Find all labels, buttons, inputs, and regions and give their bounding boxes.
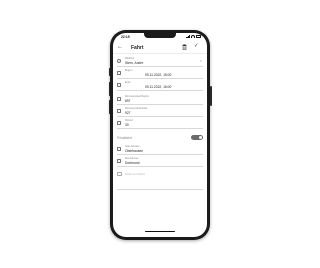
private-trip-toggle[interactable] <box>191 135 203 140</box>
odometer-icon <box>117 97 121 101</box>
field-label: Beginn <box>125 68 133 72</box>
field-value: Dortmund <box>125 160 140 165</box>
phone-side-button <box>108 68 110 76</box>
odometer-icon <box>117 109 121 113</box>
field-value: 897 <box>125 98 131 103</box>
field-label: Ende <box>125 80 131 84</box>
passenger-field[interactable]: Mitfahrer Stern, Andre × <box>117 56 203 67</box>
back-arrow-icon[interactable]: ← <box>117 44 123 50</box>
phone-side-button <box>108 82 110 96</box>
odometer-end-field[interactable]: Kilometerstand Ende 927 <box>117 106 203 117</box>
private-trip-label: Privatfahrt <box>117 135 133 140</box>
field-value: 09.11.2022, 16:00 <box>145 84 172 89</box>
calendar-icon <box>117 83 121 87</box>
status-bar: 22:15 <box>113 34 207 40</box>
signal-icon <box>185 35 190 38</box>
odometer-start-field[interactable]: Kilometerstand Beginn 897 <box>117 94 203 105</box>
destination-address-field[interactable]: Ziel-Adresse Dortmund <box>117 156 203 167</box>
app-screen: 22:15 ← Fahrt ✓ Mitfahrer Stern, Andre ×… <box>113 33 207 237</box>
note-placeholder: Notiz zur Fahrt <box>125 172 145 177</box>
signpost-icon <box>117 147 121 151</box>
field-label: Ziel-Adresse <box>125 156 139 160</box>
field-label: Distanz <box>125 118 133 122</box>
field-value: Stern, Andre <box>125 60 144 65</box>
wifi-icon <box>191 35 195 38</box>
field-label: Kilometerstand Beginn <box>125 94 150 98</box>
phone-frame: 22:15 ← Fahrt ✓ Mitfahrer Stern, Andre ×… <box>108 30 212 240</box>
calendar-icon <box>117 71 121 75</box>
comment-icon <box>117 172 122 176</box>
field-value: 09.11.2022, 15:00 <box>145 72 172 77</box>
save-check-icon[interactable]: ✓ <box>194 43 199 50</box>
status-icons <box>185 35 201 38</box>
field-value: 30 <box>125 122 129 127</box>
private-trip-row: Privatfahrt <box>117 133 203 142</box>
page-title: Fahrt <box>131 45 144 51</box>
signpost-icon <box>117 159 121 163</box>
distance-field[interactable]: Distanz 30 <box>117 118 203 129</box>
home-indicator <box>145 231 175 233</box>
field-value: Oberhausen <box>125 148 144 153</box>
start-address-field[interactable]: Start-Adresse Oberhausen <box>117 144 203 155</box>
phone-power-button <box>210 86 212 106</box>
phone-side-button <box>108 100 110 114</box>
field-value: 927 <box>125 110 131 115</box>
app-header: ← Fahrt ✓ <box>113 41 207 54</box>
start-datetime-field[interactable]: Beginn 09.11.2022, 15:00 <box>117 68 203 79</box>
field-label: Start-Adresse <box>125 144 140 148</box>
battery-icon <box>196 35 201 38</box>
trash-icon[interactable] <box>182 44 187 50</box>
note-field[interactable]: Notiz zur Fahrt <box>117 170 203 190</box>
end-datetime-field[interactable]: Ende 09.11.2022, 16:00 <box>117 80 203 91</box>
field-label: Kilometerstand Ende <box>125 106 148 110</box>
distance-icon <box>117 121 121 125</box>
person-icon <box>117 59 121 63</box>
status-time: 22:15 <box>121 35 130 39</box>
clear-icon[interactable]: × <box>200 59 202 63</box>
field-label: Mitfahrer <box>125 56 135 60</box>
